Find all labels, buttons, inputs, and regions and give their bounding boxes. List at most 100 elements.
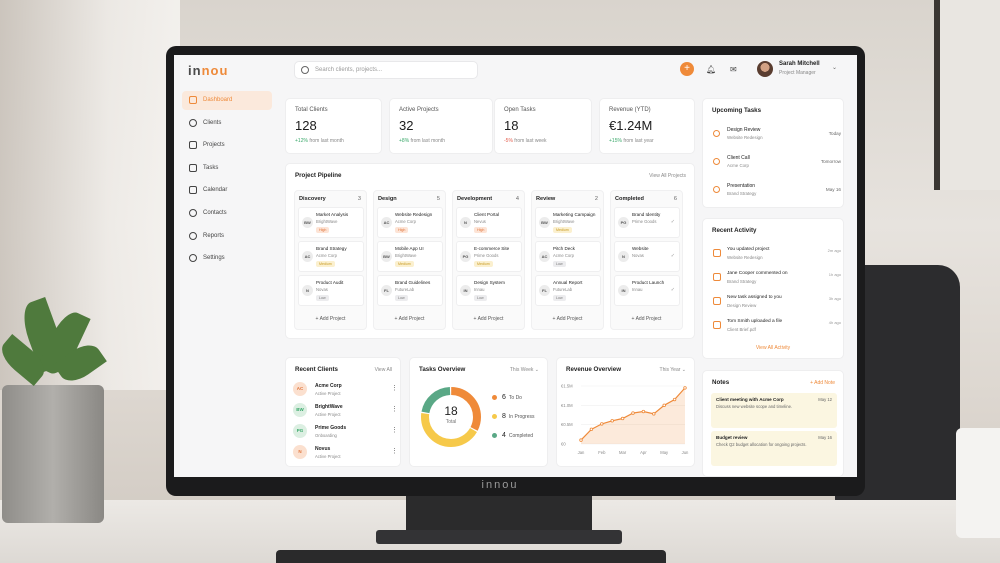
view-all-projects-link[interactable]: View All Projects xyxy=(649,173,686,179)
list-item[interactable]: New task assigned to you Design Review 3h … xyxy=(713,295,841,317)
project-title: Annual Report xyxy=(553,280,583,285)
client-avatar: AC xyxy=(302,251,313,262)
list-item[interactable]: N Novus Active Project ⋮ xyxy=(293,443,398,463)
project-card[interactable]: IN Product Launch Innau ✓ xyxy=(614,275,680,306)
priority-badge: Medium xyxy=(395,261,414,267)
revenue-point[interactable] xyxy=(600,422,604,426)
list-item[interactable]: Design Review Website Redesign Today xyxy=(713,127,841,151)
project-client: Acme Corp xyxy=(316,253,337,258)
project-card[interactable]: FL Brand Guidelines FutureLab Low xyxy=(377,275,443,306)
project-client: Prime Goods xyxy=(632,219,657,224)
activity-time: 1h ago xyxy=(828,272,841,277)
add-new-button[interactable]: + xyxy=(680,62,694,76)
app-logo[interactable]: innou xyxy=(188,63,228,78)
stat-card-open-tasks[interactable]: Open Tasks 18 -5% from last week xyxy=(494,98,592,154)
sidebar: Dashboard Clients Projects Tasks Calenda… xyxy=(182,91,272,272)
monitor-stand xyxy=(406,493,592,535)
revenue-point[interactable] xyxy=(683,386,687,390)
revenue-point[interactable] xyxy=(589,427,594,432)
delta-period: from last month xyxy=(309,138,344,144)
section-title: Project Pipeline xyxy=(295,172,342,179)
project-card[interactable]: BW Market Analysis BrightWave High xyxy=(298,207,364,238)
revenue-point[interactable] xyxy=(579,438,583,442)
stat-card-total-clients[interactable]: Total Clients 128 +12% from last month xyxy=(285,98,382,154)
add-project-button[interactable]: + Add Project xyxy=(532,316,603,322)
project-card[interactable]: FL Annual Report FutureLab Low xyxy=(535,275,601,306)
sidebar-item-label: Clients xyxy=(203,119,222,126)
reports-icon xyxy=(189,231,197,240)
y-tick-label: €0.5M xyxy=(561,422,573,427)
tasks-period-dropdown[interactable]: This Week ⌄ xyxy=(510,367,539,373)
sidebar-item-projects[interactable]: Projects xyxy=(182,136,272,155)
list-item[interactable]: Tom Smith uploaded a file Client Brief.pd… xyxy=(713,319,841,341)
view-all-activity-link[interactable]: View All Activity xyxy=(703,345,843,351)
more-options-icon[interactable]: ⋮ xyxy=(391,447,398,455)
legend-count: 4 xyxy=(502,432,506,439)
sidebar-item-dashboard[interactable]: Dashboard xyxy=(182,91,272,110)
note-card[interactable]: Client meeting with Acme Corp Discuss new… xyxy=(711,393,837,428)
sidebar-item-reports[interactable]: Reports xyxy=(182,227,272,246)
project-card[interactable]: PG Brand Identity Prime Goods ✓ xyxy=(614,207,680,238)
revenue-point[interactable] xyxy=(652,412,656,416)
sidebar-item-tasks[interactable]: Tasks xyxy=(182,159,272,178)
list-item[interactable]: BW BrightWave Active Project ⋮ xyxy=(293,401,398,421)
revenue-point[interactable] xyxy=(631,411,635,415)
add-project-button[interactable]: + Add Project xyxy=(374,316,445,322)
project-card[interactable]: PG E-commerce Site Prime Goods Medium xyxy=(456,241,522,272)
client-avatar: N xyxy=(460,217,471,228)
avatar[interactable] xyxy=(757,61,773,77)
project-card[interactable]: BW Marketing Campaign BrightWave Medium xyxy=(535,207,601,238)
project-card[interactable]: AC Brand Strategy Acme Corp Medium xyxy=(298,241,364,272)
client-avatar: N xyxy=(302,285,313,296)
priority-badge: High xyxy=(395,227,409,233)
sidebar-item-contacts[interactable]: Contacts xyxy=(182,204,272,223)
sidebar-item-label: Dashboard xyxy=(203,97,233,103)
project-client: Acme Corp xyxy=(395,219,416,224)
list-item[interactable]: AC Acme Corp Active Project ⋮ xyxy=(293,380,398,400)
more-options-icon[interactable]: ⋮ xyxy=(391,405,398,413)
priority-badge: Medium xyxy=(474,261,493,267)
project-card[interactable]: N Product Audit Novas Low xyxy=(298,275,364,306)
bell-icon[interactable]: 🔔︎ xyxy=(706,65,716,74)
revenue-point[interactable] xyxy=(620,416,625,421)
priority-badge: Medium xyxy=(316,261,335,267)
column-count: 3 xyxy=(357,196,361,202)
project-card[interactable]: AC Pitch Deck Acme Corp Low xyxy=(535,241,601,272)
y-tick-label: €1.0M xyxy=(561,403,573,408)
list-item[interactable]: PG Prime Goods Onboarding ⋮ xyxy=(293,422,398,442)
stat-card-active-projects[interactable]: Active Projects 32 +8% from last month xyxy=(389,98,493,154)
revenue-period-dropdown[interactable]: This Year ⌄ xyxy=(660,367,686,373)
sidebar-item-settings[interactable]: Settings xyxy=(182,249,272,268)
project-card[interactable]: BW Mobile App UI BrightWave Medium xyxy=(377,241,443,272)
note-card[interactable]: Budget review Check Q2 budget allocation … xyxy=(711,431,837,466)
chevron-down-icon[interactable]: ⌄ xyxy=(832,64,837,71)
activity-title: Jane Cooper commented on xyxy=(727,271,788,276)
list-item[interactable]: Client Call Acme Corp Tomorrow xyxy=(713,155,841,179)
more-options-icon[interactable]: ⋮ xyxy=(391,384,398,392)
add-project-button[interactable]: + Add Project xyxy=(453,316,524,322)
list-item[interactable]: You updated project Website Redesign 2m ag… xyxy=(713,247,841,269)
revenue-point[interactable] xyxy=(662,403,666,408)
project-card[interactable]: AC Website Redesign Acme Corp High xyxy=(377,207,443,238)
more-options-icon[interactable]: ⋮ xyxy=(391,426,398,434)
revenue-point[interactable] xyxy=(610,419,614,423)
list-item[interactable]: Presentation Brand Strategy May 16 xyxy=(713,183,841,207)
monitor-base xyxy=(376,530,622,544)
project-card[interactable]: IN Design System Innau Low xyxy=(456,275,522,306)
add-project-button[interactable]: + Add Project xyxy=(611,316,682,322)
revenue-point[interactable] xyxy=(672,397,677,402)
view-all-clients-link[interactable]: View All xyxy=(375,367,392,373)
revenue-point[interactable] xyxy=(641,409,646,414)
sidebar-item-clients[interactable]: Clients xyxy=(182,114,272,133)
project-card[interactable]: N Website Novas ✓ xyxy=(614,241,680,272)
list-item[interactable]: Jane Cooper commented on Brand Strategy 1h… xyxy=(713,271,841,293)
project-title: Marketing Campaign xyxy=(553,212,596,217)
note-date: May 16 xyxy=(818,435,832,440)
stat-card-revenue[interactable]: Revenue (YTD) €1.24M +15% from last year xyxy=(599,98,695,154)
search-input[interactable]: Search clients, projects... xyxy=(294,61,478,79)
project-card[interactable]: N Client Portal Nevus High xyxy=(456,207,522,238)
add-note-button[interactable]: + Add Note xyxy=(810,380,835,386)
add-project-button[interactable]: + Add Project xyxy=(295,316,366,322)
mail-icon[interactable]: ✉ xyxy=(730,65,737,74)
sidebar-item-calendar[interactable]: Calendar xyxy=(182,181,272,200)
